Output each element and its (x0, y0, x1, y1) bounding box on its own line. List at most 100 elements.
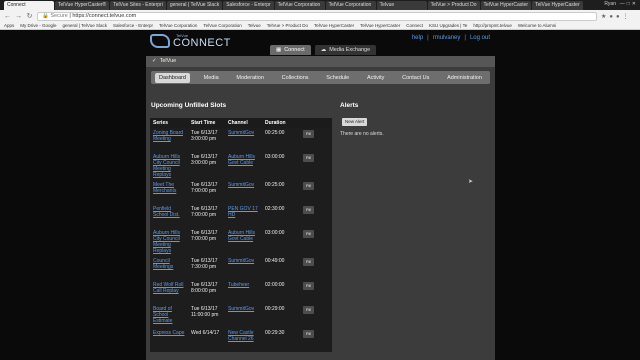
start-time: Tue 6/13/17 7:00:00 pm (188, 228, 225, 256)
bookmark-item[interactable]: TelVue HyperCaster (360, 23, 400, 28)
bookmark-item[interactable]: My Drive - Google (20, 23, 56, 28)
duration: 00:25:00 (262, 180, 300, 204)
series-link[interactable]: Board of School Estimate (150, 304, 188, 328)
secure-label: Secure (50, 12, 68, 19)
bookmark-item[interactable]: Salesforce - Enterpr (113, 23, 153, 28)
browser-tab[interactable]: TelVue HyperCaster (480, 1, 532, 10)
duration: 02:00:00 (262, 280, 300, 304)
channel-link[interactable]: Tubeheer (225, 280, 262, 304)
browser-tab[interactable]: Telvue (376, 1, 427, 10)
bookmark-item[interactable]: Apps (4, 23, 14, 28)
channel-link[interactable]: PEN GOV 17 HD (225, 204, 262, 228)
fill-button[interactable]: Fill (303, 258, 315, 266)
bookmark-item[interactable]: TelVue Corporation (203, 23, 241, 28)
alerts-title: Alerts (340, 102, 359, 109)
fill-button[interactable]: Fill (303, 282, 315, 290)
nav-item-contact-us[interactable]: Contact Us (398, 73, 433, 83)
channel-link[interactable]: Auburn Hills Govt Cable (225, 228, 262, 256)
fill-cell: Fill (300, 328, 332, 352)
help-link[interactable]: help (412, 35, 423, 41)
browser-tab[interactable]: TelVue Corporation (274, 1, 325, 10)
nav-item-collections[interactable]: Collections (278, 73, 313, 83)
bookmark-item[interactable]: Telvue (248, 23, 261, 28)
main-nav: Dashboard Media Moderation Collections Sched… (151, 71, 490, 84)
browser-tab[interactable]: TelVue Sites - Enterpri (110, 1, 166, 10)
table-row: Meet The Merchants Tue 6/13/17 7:00:00 pm… (150, 180, 332, 204)
nav-item-media[interactable]: Media (200, 73, 223, 83)
no-alerts-message: There are no alerts. (340, 131, 384, 137)
reload-icon[interactable]: ↻ (26, 12, 33, 20)
minimize-icon[interactable]: — (620, 1, 627, 7)
duration: 00:29:30 (262, 328, 300, 352)
tab-connect[interactable]: ▦ Connect (270, 45, 311, 55)
duration: 00:25:00 (262, 128, 300, 152)
back-icon[interactable]: ← (4, 13, 11, 20)
browser-tab[interactable]: TelVue HyperCaster® (55, 1, 110, 10)
bookmark-item[interactable]: http://prnpmt.telvue (473, 23, 512, 28)
fill-button[interactable]: Fill (303, 330, 315, 338)
bookmark-item[interactable]: TelVue > Product Do (267, 23, 308, 28)
nav-item-schedule[interactable]: Schedule (322, 73, 353, 83)
nav-item-administration[interactable]: Administration (443, 73, 486, 83)
bookmark-item[interactable]: Welcome to Alumni (518, 23, 556, 28)
browser-profile-name[interactable]: Ryan (604, 1, 616, 7)
link-separator: | (464, 35, 466, 41)
start-time: Tue 6/13/17 7:00:00 pm (188, 180, 225, 204)
series-link[interactable]: Council Meetings (150, 256, 188, 280)
series-link[interactable]: Express Cape (150, 328, 188, 352)
url-input[interactable]: 🔒 Secure | https://connect.telvue.com (37, 11, 597, 21)
bookmark-item[interactable]: KSU Upgrades | Te (429, 23, 467, 28)
fill-cell: Fill (300, 304, 332, 328)
bookmark-item[interactable]: Connect (406, 23, 423, 28)
series-link[interactable]: Zoning Board Meeting (150, 128, 188, 152)
channel-link[interactable]: Auburn Hills Govt Cable (225, 152, 262, 180)
duration: 03:00:00 (262, 228, 300, 256)
org-header: ✓ TelVue (146, 56, 495, 67)
channel-link[interactable]: SummitGov (225, 256, 262, 280)
fill-cell: Fill (300, 228, 332, 256)
fill-button[interactable]: Fill (303, 306, 315, 314)
channel-link[interactable]: SummitGov (225, 180, 262, 204)
series-link[interactable]: Auburn Hills City Council Meeting Replay… (150, 228, 188, 256)
logo-mark-icon (150, 34, 170, 48)
close-icon[interactable]: ✕ (632, 1, 638, 7)
new-alert-button[interactable]: New Alert (342, 118, 368, 126)
lock-icon: 🔒 (42, 12, 49, 19)
series-link[interactable]: Red Wolf Roll Call Replay (150, 280, 188, 304)
channel-link[interactable]: SummitGov (225, 304, 262, 328)
mouse-cursor-icon: ➤ (468, 179, 474, 185)
start-time: Tue 6/13/17 7:30:00 pm (188, 256, 225, 280)
tab-media-exchange[interactable]: ☁ Media Exchange (314, 45, 377, 55)
channel-link[interactable]: SummitGov (225, 128, 262, 152)
bookmark-item[interactable]: general | TelVue Slack (63, 23, 107, 28)
browser-tab[interactable]: Salesforce - Enterpr (223, 1, 274, 10)
forward-icon[interactable]: → (15, 13, 22, 20)
channel-link[interactable]: New Castle Channel 26 (225, 328, 262, 352)
user-link[interactable]: rmulvaney (433, 35, 461, 41)
browser-tab[interactable]: Connect (4, 1, 54, 10)
fill-button[interactable]: Fill (303, 206, 315, 214)
fill-button[interactable]: Fill (303, 182, 315, 190)
logout-link[interactable]: Log out (470, 35, 490, 41)
series-link[interactable]: Meet The Merchants (150, 180, 188, 204)
series-link[interactable]: Penfield School Dist. (150, 204, 188, 228)
nav-item-dashboard[interactable]: Dashboard (155, 72, 190, 83)
bookmark-item[interactable]: TelVue Corporation (159, 23, 197, 28)
connect-logo[interactable]: TelVue CONNECT (150, 33, 231, 49)
browser-tab[interactable]: TelVue > Product Do (427, 1, 480, 10)
browser-tab[interactable]: TelVue HyperCaster (532, 1, 583, 10)
fill-button[interactable]: Fill (303, 130, 315, 138)
extension-icons[interactable]: ★●●⋮ (601, 13, 632, 20)
series-link[interactable]: Auburn Hills City Council Meeting Replay… (150, 152, 188, 180)
bookmark-item[interactable]: TelVue HyperCaster (314, 23, 354, 28)
dashboard-content: Upcoming Unfilled Slots Series Start Tim… (150, 100, 491, 360)
nav-item-activity[interactable]: Activity (363, 73, 388, 83)
fill-cell: Fill (300, 128, 332, 152)
nav-item-moderation[interactable]: Moderation (232, 73, 268, 83)
browser-tab[interactable]: TelVue Corporation (325, 1, 376, 10)
browser-tab[interactable]: general | TelVue Slack (166, 1, 223, 10)
fill-button[interactable]: Fill (303, 154, 315, 162)
start-time: Tue 6/13/17 8:00:00 pm (188, 280, 225, 304)
fill-button[interactable]: Fill (303, 230, 315, 238)
window-controls[interactable]: —□✕ (620, 1, 638, 7)
